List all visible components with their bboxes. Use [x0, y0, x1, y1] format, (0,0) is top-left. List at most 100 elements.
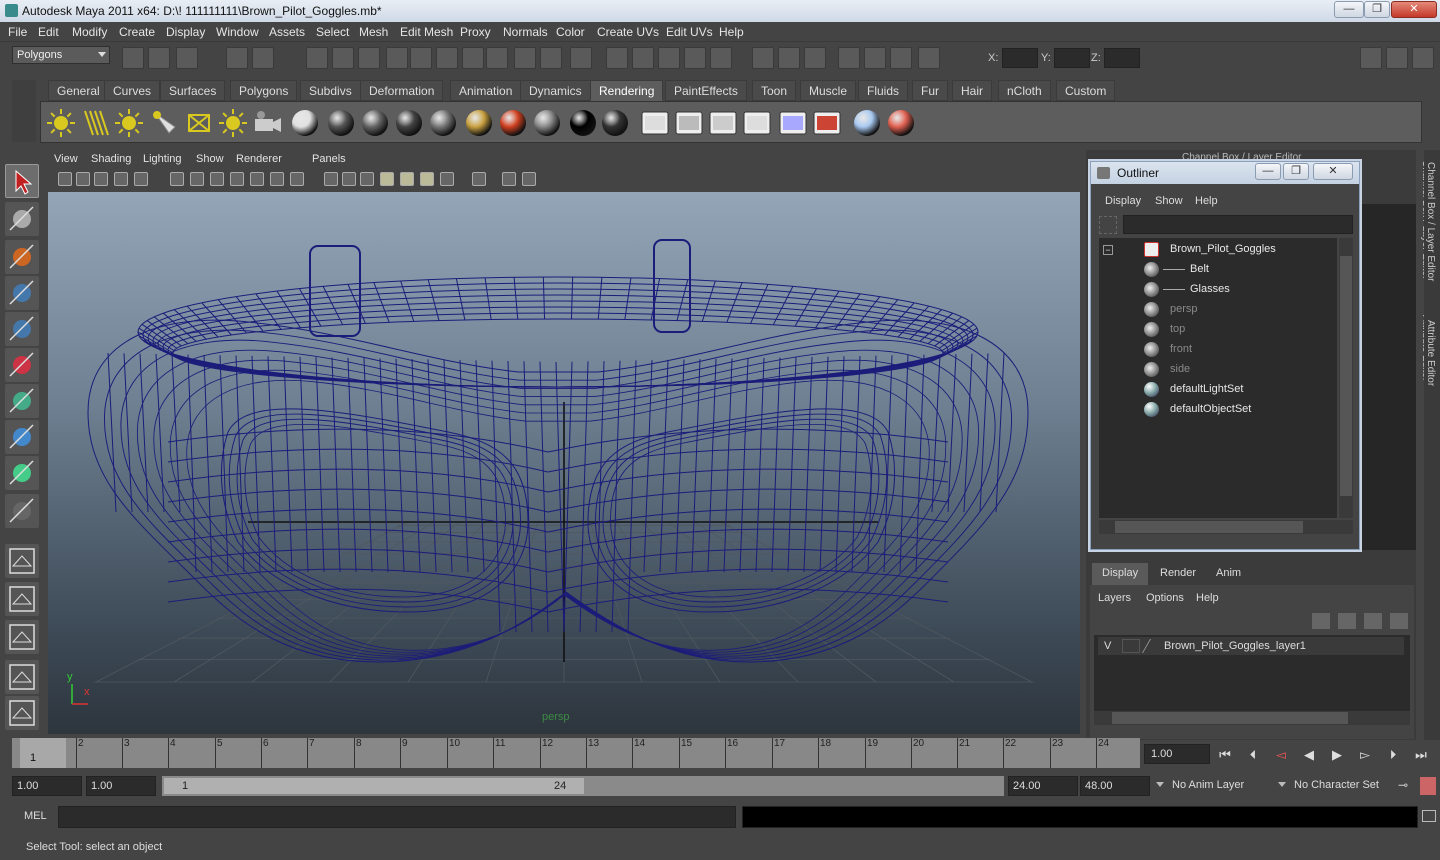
- shelf-tab-painteffects[interactable]: PaintEffects: [665, 80, 747, 101]
- outliner-item-glasses[interactable]: Glasses: [1099, 280, 1339, 300]
- outliner-item-front[interactable]: front: [1099, 340, 1339, 360]
- menu-modify[interactable]: Modify: [72, 25, 107, 39]
- outliner-item-defaultobjectset[interactable]: defaultObjectSet: [1099, 400, 1339, 420]
- make-live-icon[interactable]: [410, 47, 432, 69]
- shaded-toggle-icon[interactable]: [864, 47, 886, 69]
- texture-icon[interactable]: [851, 107, 883, 139]
- layer-menu-options[interactable]: Options: [1146, 592, 1184, 604]
- directional-light-icon[interactable]: [79, 107, 111, 139]
- layer-tab-anim[interactable]: Anim: [1206, 563, 1251, 585]
- shelf-tab-curves[interactable]: Curves: [104, 80, 161, 101]
- outliner-item-defaultlightset[interactable]: defaultLightSet: [1099, 380, 1339, 400]
- wireframe-icon[interactable]: [324, 172, 338, 186]
- image-plane-icon[interactable]: [114, 172, 128, 186]
- move-layer-up-icon[interactable]: [1312, 613, 1330, 629]
- four-pane-layout-icon[interactable]: [5, 582, 39, 616]
- hypershade-icon[interactable]: [707, 107, 739, 139]
- shelf-tab-general[interactable]: General: [48, 80, 109, 101]
- snap-to-grid-icon[interactable]: [306, 47, 328, 69]
- use-background-icon[interactable]: [567, 107, 599, 139]
- maximize-button[interactable]: ❐: [1364, 1, 1390, 18]
- ramp-shader-icon[interactable]: [463, 107, 495, 139]
- layer-horizontal-scrollbar[interactable]: [1094, 711, 1410, 725]
- ipr-render-icon[interactable]: [540, 47, 562, 69]
- shelf-tab-hair[interactable]: Hair: [952, 80, 993, 101]
- camera-attrs-icon[interactable]: [710, 47, 732, 69]
- menu-edit[interactable]: Edit: [38, 25, 59, 39]
- menu-select[interactable]: Select: [316, 25, 349, 39]
- menu-normals[interactable]: Normals: [503, 25, 548, 39]
- layer-visibility-toggle[interactable]: V: [1104, 640, 1111, 652]
- snap-to-point-icon[interactable]: [358, 47, 380, 69]
- command-language-label[interactable]: MEL: [24, 810, 47, 822]
- construction-history-icon[interactable]: [486, 47, 508, 69]
- wireframe-on-shaded-icon[interactable]: [360, 172, 374, 186]
- safe-action-icon[interactable]: [270, 172, 284, 186]
- outliner-filter-icon[interactable]: [1099, 216, 1117, 234]
- panel-menu-panels[interactable]: Panels: [312, 153, 346, 165]
- new-empty-layer-icon[interactable]: [1364, 613, 1382, 629]
- outliner-item-belt[interactable]: Belt: [1099, 260, 1339, 280]
- snap-to-curve-icon[interactable]: [332, 47, 354, 69]
- resolution-gate-icon[interactable]: [210, 172, 224, 186]
- select-camera-icon[interactable]: [632, 47, 654, 69]
- playback-end-field[interactable]: 24.00: [1008, 776, 1078, 796]
- universal-manipulator-icon[interactable]: [5, 384, 39, 418]
- outliner-horizontal-scrollbar[interactable]: [1099, 520, 1353, 534]
- outliner-item-persp[interactable]: persp: [1099, 300, 1339, 320]
- hscrollbar-thumb[interactable]: [1115, 521, 1303, 533]
- select-camera-icon[interactable]: [58, 172, 72, 186]
- layered-shader-icon[interactable]: [497, 107, 529, 139]
- x-field[interactable]: [1002, 48, 1038, 68]
- xray-components-icon[interactable]: [522, 172, 536, 186]
- shading-map-icon[interactable]: [599, 107, 631, 139]
- layer-menu-layers[interactable]: Layers: [1098, 592, 1131, 604]
- point-light-icon[interactable]: [113, 107, 145, 139]
- select-by-hierarchy-icon[interactable]: [226, 47, 248, 69]
- scrollbar-thumb[interactable]: [1340, 256, 1352, 496]
- close-button[interactable]: ✕: [1391, 1, 1437, 18]
- grid-toggle-icon[interactable]: [838, 47, 860, 69]
- layer-name[interactable]: Brown_Pilot_Goggles_layer1: [1164, 640, 1306, 652]
- play-forward-icon[interactable]: ▶: [1326, 744, 1348, 766]
- shelf-tab-fluids[interactable]: Fluids: [858, 80, 909, 101]
- move-layer-down-icon[interactable]: [1338, 613, 1356, 629]
- panel-menu-view[interactable]: View: [54, 153, 78, 165]
- single-pane-layout-icon[interactable]: [5, 544, 39, 578]
- shelf-tab-rendering[interactable]: Rendering: [590, 80, 664, 101]
- gate-mask-icon[interactable]: [230, 172, 244, 186]
- y-field[interactable]: [1054, 48, 1090, 68]
- shelf-tab-animation[interactable]: Animation: [450, 80, 522, 101]
- shadows-icon[interactable]: [420, 172, 434, 186]
- current-frame-marker[interactable]: 1: [20, 738, 66, 768]
- xray-icon[interactable]: [472, 172, 486, 186]
- safe-title-icon[interactable]: [290, 172, 304, 186]
- spot-light-icon[interactable]: [149, 107, 181, 139]
- outliner-item-brown-pilot-goggles[interactable]: − Brown_Pilot_Goggles: [1099, 240, 1339, 260]
- menu-create[interactable]: Create: [119, 25, 155, 39]
- menu-edit-uvs[interactable]: Edit UVs: [666, 25, 713, 39]
- step-forward-frame-icon[interactable]: ▻: [1354, 744, 1376, 766]
- outliner-minimize-button[interactable]: —: [1255, 163, 1281, 180]
- frame-all-icon[interactable]: [752, 47, 774, 69]
- shelf-tab-dynamics[interactable]: Dynamics: [520, 80, 591, 101]
- panel-menu-lighting[interactable]: Lighting: [143, 153, 182, 165]
- lambert-icon[interactable]: [289, 107, 321, 139]
- render-passes-icon[interactable]: [777, 107, 809, 139]
- shelf-tab-fur[interactable]: Fur: [912, 80, 948, 101]
- custom-layout-icon[interactable]: [5, 696, 39, 730]
- layer-menu-help[interactable]: Help: [1196, 592, 1219, 604]
- volume-light-icon[interactable]: [217, 107, 249, 139]
- panel-menu-show[interactable]: Show: [196, 153, 224, 165]
- input-ops-icon[interactable]: [436, 47, 458, 69]
- shelf-tab-toon[interactable]: Toon: [752, 80, 797, 101]
- outliner-vertical-scrollbar[interactable]: [1339, 238, 1353, 518]
- menu-set-selector[interactable]: Polygons: [12, 46, 110, 64]
- snap-to-view-plane-icon[interactable]: [386, 47, 408, 69]
- layer-row[interactable]: V Brown_Pilot_Goggles_layer1: [1098, 637, 1404, 655]
- render-layer-icon[interactable]: [741, 107, 773, 139]
- paint-icon[interactable]: [885, 107, 917, 139]
- perspective-viewport[interactable]: yx persp: [48, 192, 1080, 734]
- shelf-tab-surfaces[interactable]: Surfaces: [160, 80, 226, 101]
- step-forward-key-icon[interactable]: ⏵: [1382, 744, 1404, 766]
